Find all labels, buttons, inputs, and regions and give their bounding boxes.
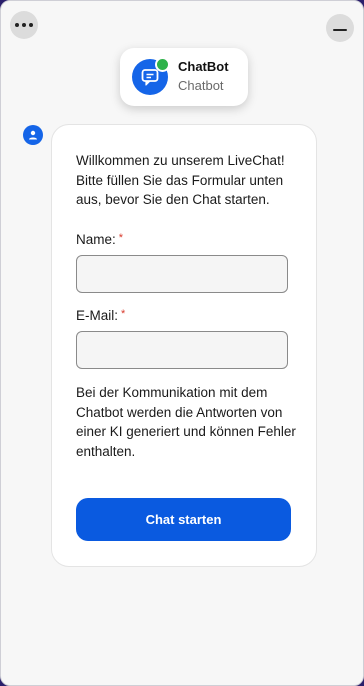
welcome-message: Willkommen zu unserem LiveChat! Bitte fü… <box>76 153 285 207</box>
name-label: Name: * <box>76 232 124 247</box>
start-chat-button[interactable]: Chat starten <box>76 498 291 541</box>
bot-avatar <box>132 57 170 95</box>
ai-disclaimer: Bei der Kommunikation mit dem Chatbot we… <box>76 385 296 459</box>
required-marker: * <box>118 232 124 244</box>
user-icon <box>23 125 43 145</box>
bot-name: ChatBot <box>178 59 229 74</box>
minimize-icon <box>333 29 347 31</box>
bot-subtitle: Chatbot <box>178 78 224 93</box>
chat-widget: ChatBot Chatbot Willkommen zu unserem Li… <box>0 0 364 686</box>
name-field[interactable] <box>76 255 288 293</box>
bot-header: ChatBot Chatbot <box>120 48 248 106</box>
welcome-form-card: Willkommen zu unserem LiveChat! Bitte fü… <box>51 124 317 567</box>
minimize-button[interactable] <box>326 14 354 42</box>
email-label: E-Mail: * <box>76 308 126 323</box>
online-status-dot <box>155 57 170 72</box>
email-field[interactable] <box>76 331 288 369</box>
more-options-button[interactable] <box>10 11 38 39</box>
required-marker: * <box>121 308 126 320</box>
more-horizontal-icon <box>15 23 33 27</box>
